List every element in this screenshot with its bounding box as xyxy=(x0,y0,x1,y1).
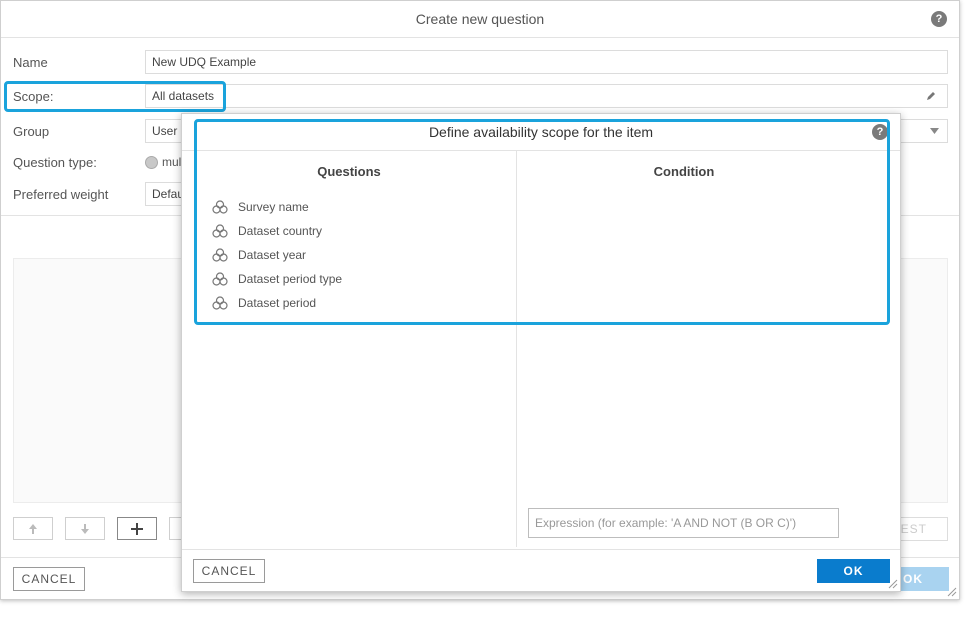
group-value: User xyxy=(152,124,178,138)
question-item[interactable]: Dataset country xyxy=(212,221,322,241)
scope-ok-button[interactable]: OK xyxy=(817,559,890,583)
question-item[interactable]: Survey name xyxy=(212,197,309,217)
question-type-option[interactable]: mul xyxy=(145,155,181,169)
question-item-label: Dataset country xyxy=(238,224,323,238)
scope-value: All datasets xyxy=(152,89,215,103)
question-group-icon xyxy=(212,224,228,238)
scope-footer-divider xyxy=(182,549,900,550)
question-group-icon xyxy=(212,272,228,286)
radio-button[interactable] xyxy=(145,155,158,169)
question-group-icon xyxy=(212,200,228,214)
add-button[interactable] xyxy=(117,517,157,540)
scope-dialog: Define availability scope for the item ?… xyxy=(181,113,901,592)
arrow-down-icon xyxy=(81,523,89,534)
plus-icon xyxy=(131,522,143,535)
move-up-button[interactable] xyxy=(13,517,53,540)
scope-field[interactable]: All datasets xyxy=(145,84,948,108)
condition-header: Condition xyxy=(653,164,715,179)
resize-grip-icon[interactable] xyxy=(888,579,898,589)
resize-grip-icon[interactable] xyxy=(947,587,957,597)
question-type-option-label: mul xyxy=(162,155,182,169)
pencil-icon[interactable] xyxy=(925,90,937,102)
scope-dialog-header: Define availability scope for the item xyxy=(182,114,900,151)
question-item-label: Dataset period type xyxy=(238,272,343,286)
help-icon[interactable]: ? xyxy=(872,124,888,140)
question-item-label: Survey name xyxy=(238,200,309,214)
expression-input[interactable] xyxy=(528,508,839,538)
preferred-weight-label: Preferred weight xyxy=(13,187,109,202)
question-item-label: Dataset year xyxy=(238,248,307,262)
question-item[interactable]: Dataset period type xyxy=(212,269,342,289)
questions-header: Questions xyxy=(317,164,381,179)
column-divider xyxy=(516,151,517,547)
test-button-label: EST xyxy=(900,522,927,536)
scope-cancel-button[interactable]: CANCEL xyxy=(193,559,265,583)
help-icon[interactable]: ? xyxy=(931,11,947,27)
question-item-label: Dataset period xyxy=(238,296,317,310)
arrow-up-icon xyxy=(29,523,37,534)
move-down-button[interactable] xyxy=(65,517,105,540)
name-input[interactable]: New UDQ Example xyxy=(145,50,948,74)
group-label: Group xyxy=(13,124,50,139)
name-label: Name xyxy=(13,55,48,70)
question-group-icon xyxy=(212,248,228,262)
ok-button-label: OK xyxy=(903,572,923,586)
dialog-title: Create new question xyxy=(415,11,545,27)
question-type-label: Question type: xyxy=(13,155,97,170)
chevron-down-icon xyxy=(930,128,939,134)
question-item[interactable]: Dataset year xyxy=(212,245,306,265)
question-group-icon xyxy=(212,296,228,310)
dialog-header: Create new question ? xyxy=(1,1,959,38)
scope-dialog-title: Define availability scope for the item xyxy=(428,124,654,140)
question-item[interactable]: Dataset period xyxy=(212,293,316,313)
scope-label: Scope: xyxy=(13,89,54,104)
cancel-button[interactable]: CANCEL xyxy=(13,567,85,591)
